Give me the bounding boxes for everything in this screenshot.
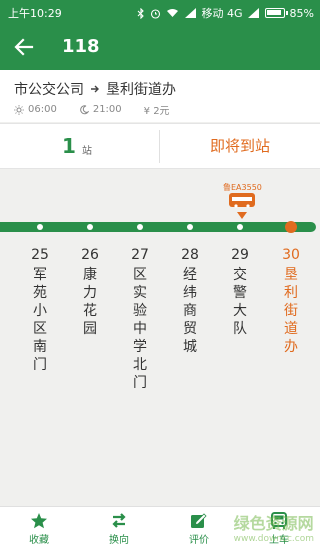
stop-label[interactable]: 30 垦利街道办: [282, 246, 300, 356]
route-line-map[interactable]: 鲁EA3550 25 军苑小区南门 26 康力花园 27 区实验中学北门 28 经纬商贸城 29…: [0, 170, 320, 506]
stop-name-char: 经: [183, 267, 197, 283]
stop-number: 26: [81, 247, 99, 263]
arrow-right-icon: [91, 85, 99, 93]
first-bus-time: 06:00: [28, 104, 57, 115]
signal-icon-2: [247, 8, 259, 18]
tab-label: 换向: [109, 535, 129, 546]
stop-name-char: 康: [83, 267, 97, 283]
signal-icon: [184, 8, 196, 18]
fare: ¥ 2元: [143, 106, 170, 117]
stop-name-char: 园: [83, 321, 97, 337]
alarm-icon: [150, 8, 160, 19]
stop-name-char: 中: [133, 321, 147, 337]
stop-name-char: 力: [83, 285, 97, 301]
arrival-info: 1 站 即将到站: [0, 123, 320, 169]
stop-name-char: 警: [233, 285, 247, 301]
stop-name-char: 垦: [284, 267, 298, 283]
stop-name-char: 门: [33, 357, 47, 373]
stops-count: 1: [62, 134, 76, 158]
stop-name-char: 验: [133, 303, 147, 319]
stop-label[interactable]: 25 军苑小区南门: [31, 246, 49, 374]
watermark: 绿色资源网 www.downcc.com: [234, 510, 314, 544]
stop-name-char: 街: [284, 303, 298, 319]
stop-name-char: 城: [183, 339, 197, 355]
stop-number: 25: [31, 247, 49, 263]
status-time: 上午10:29: [8, 7, 62, 20]
page-title: 118: [62, 36, 100, 57]
stop-dot[interactable]: [237, 224, 243, 230]
stop-name-char: 花: [83, 303, 97, 319]
stop-name-char: 实: [133, 285, 147, 301]
route-to: 垦利街道办: [106, 82, 176, 98]
tab-star[interactable]: 收藏: [7, 507, 71, 547]
stop-label[interactable]: 26 康力花园: [81, 246, 99, 338]
status-bar: 上午10:29 移动 4G 85%: [0, 0, 320, 24]
stop-number: 29: [231, 247, 249, 263]
stop-dot[interactable]: [37, 224, 43, 230]
stops-unit: 站: [82, 146, 92, 157]
sun-icon: [14, 104, 24, 115]
stops-away: 1 站: [0, 124, 159, 169]
tab-edit[interactable]: 评价: [167, 507, 231, 547]
app-bar: 118: [0, 24, 320, 70]
tab-swap[interactable]: 换向: [87, 507, 151, 547]
stop-number: 27: [131, 247, 149, 263]
route-line: [0, 222, 316, 232]
current-stop-dot[interactable]: [285, 221, 297, 233]
stop-label[interactable]: 29 交警大队: [231, 246, 249, 338]
bluetooth-icon: [137, 7, 144, 19]
carrier-label: 移动 4G: [201, 7, 243, 20]
bus-pointer: [237, 212, 247, 219]
stop-name-char: 队: [233, 321, 247, 337]
bus-plate: 鲁EA3550: [223, 183, 262, 192]
last-bus-time: 21:00: [92, 104, 122, 115]
stop-name-char: 区: [133, 267, 147, 283]
stop-name-char: 商: [183, 303, 197, 319]
route-from: 市公交公司: [14, 82, 84, 98]
route-meta: 06:00 21:00 ¥ 2元: [14, 102, 170, 117]
tab-label: 收藏: [29, 535, 49, 546]
back-arrow-icon[interactable]: [10, 33, 38, 61]
stop-dot[interactable]: [187, 224, 193, 230]
stop-label[interactable]: 28 经纬商贸城: [181, 246, 199, 356]
stop-number: 30: [282, 247, 300, 263]
stop-name-char: 交: [233, 267, 247, 283]
stop-dot[interactable]: [87, 224, 93, 230]
wifi-icon: [166, 9, 178, 17]
stop-name-char: 学: [133, 339, 147, 355]
watermark-main: 绿色资源网: [233, 514, 314, 533]
stop-name-char: 北: [133, 357, 147, 373]
battery-level: 85%: [289, 6, 314, 20]
battery-icon: [264, 8, 288, 18]
watermark-sub: www.downcc.com: [233, 534, 314, 544]
stop-number: 28: [181, 247, 199, 263]
stop-name-char: 大: [233, 303, 247, 319]
stop-name-char: 贸: [183, 321, 197, 337]
bus-icon: [229, 193, 255, 208]
stop-name-char: 利: [284, 285, 298, 301]
stop-name-char: 小: [33, 303, 47, 319]
tab-label: 评价: [189, 535, 209, 546]
stop-name-char: 军: [33, 267, 47, 283]
stop-name-char: 南: [33, 339, 47, 355]
stop-name-char: 纬: [183, 285, 197, 301]
arrival-status: 即将到站: [209, 137, 270, 155]
stop-name-char: 办: [284, 339, 298, 355]
stop-dot[interactable]: [137, 224, 143, 230]
stop-name-char: 门: [133, 375, 147, 391]
status-icons: 移动 4G 85%: [137, 5, 314, 21]
stop-name-char: 区: [33, 321, 47, 337]
route-summary: 市公交公司 垦利街道办 06:00 21:00 ¥ 2元: [0, 70, 320, 122]
moon-icon: [80, 104, 89, 114]
route-direction: 市公交公司 垦利街道办: [14, 79, 176, 99]
stop-name-char: 道: [284, 321, 298, 337]
stop-name-char: 苑: [33, 285, 47, 301]
stop-label[interactable]: 27 区实验中学北门: [131, 246, 149, 392]
